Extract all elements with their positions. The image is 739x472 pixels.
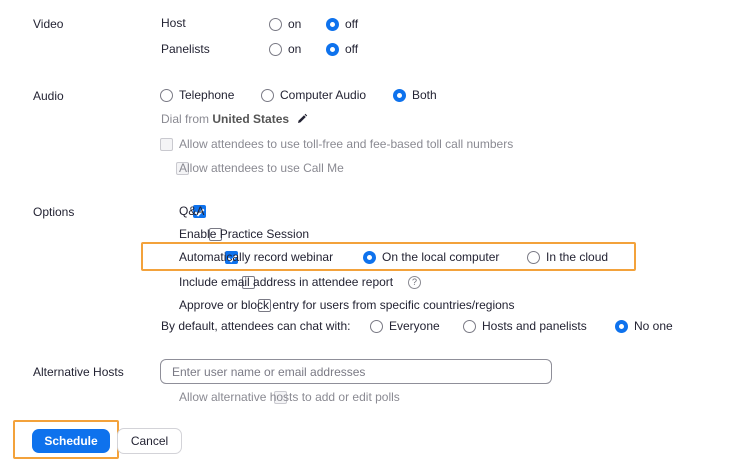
- toll-free-label: Allow attendees to use toll-free and fee…: [179, 137, 514, 151]
- video-panelists-on-label[interactable]: on: [288, 42, 301, 56]
- help-icon[interactable]: ?: [408, 276, 421, 289]
- video-host-off-radio[interactable]: [326, 18, 339, 31]
- audio-both-label[interactable]: Both: [412, 88, 437, 102]
- email-report-label[interactable]: Include email address in attendee report: [179, 275, 393, 289]
- video-panelists-off-radio[interactable]: [326, 43, 339, 56]
- pencil-icon[interactable]: [296, 113, 308, 125]
- dial-from-text: Dial from United States: [161, 112, 289, 126]
- record-cloud-radio[interactable]: [527, 251, 540, 264]
- chat-default-label: By default, attendees can chat with:: [161, 319, 351, 333]
- audio-telephone-label[interactable]: Telephone: [179, 88, 234, 102]
- chat-no-one-radio[interactable]: [615, 320, 628, 333]
- alt-hosts-polls-label: Allow alternative hosts to add or edit p…: [179, 390, 400, 404]
- record-cloud-label[interactable]: In the cloud: [546, 250, 608, 264]
- audio-telephone-radio[interactable]: [160, 89, 173, 102]
- chat-everyone-radio[interactable]: [370, 320, 383, 333]
- audio-both-radio[interactable]: [393, 89, 406, 102]
- audio-section-label: Audio: [33, 89, 64, 103]
- video-host-on-radio[interactable]: [269, 18, 282, 31]
- audio-computer-label[interactable]: Computer Audio: [280, 88, 366, 102]
- video-section-label: Video: [33, 17, 64, 31]
- audio-computer-radio[interactable]: [261, 89, 274, 102]
- chat-no-one-label[interactable]: No one: [634, 319, 673, 333]
- auto-record-label[interactable]: Automatically record webinar: [179, 250, 333, 264]
- dial-from-country: United States: [212, 112, 290, 126]
- video-panelists-label: Panelists: [161, 42, 210, 56]
- schedule-button[interactable]: Schedule: [32, 429, 110, 453]
- video-host-on-label[interactable]: on: [288, 17, 301, 31]
- practice-session-label[interactable]: Enable Practice Session: [179, 227, 309, 241]
- video-panelists-off-label[interactable]: off: [345, 42, 358, 56]
- alt-hosts-input[interactable]: [160, 359, 552, 384]
- cancel-button[interactable]: Cancel: [117, 428, 182, 454]
- video-host-label: Host: [161, 16, 186, 30]
- toll-free-checkbox[interactable]: [160, 138, 173, 151]
- video-host-off-label[interactable]: off: [345, 17, 358, 31]
- chat-hosts-panelists-radio[interactable]: [463, 320, 476, 333]
- qa-label[interactable]: Q&A: [179, 204, 204, 218]
- record-local-radio[interactable]: [363, 251, 376, 264]
- alt-hosts-section-label: Alternative Hosts: [33, 365, 124, 379]
- video-panelists-on-radio[interactable]: [269, 43, 282, 56]
- call-me-label: Allow attendees to use Call Me: [179, 161, 344, 175]
- options-section-label: Options: [33, 205, 75, 219]
- dial-from-prefix: Dial from: [161, 112, 210, 126]
- approve-block-label[interactable]: Approve or block entry for users from sp…: [179, 298, 514, 312]
- record-local-label[interactable]: On the local computer: [382, 250, 499, 264]
- chat-hosts-panelists-label[interactable]: Hosts and panelists: [482, 319, 587, 333]
- chat-everyone-label[interactable]: Everyone: [389, 319, 440, 333]
